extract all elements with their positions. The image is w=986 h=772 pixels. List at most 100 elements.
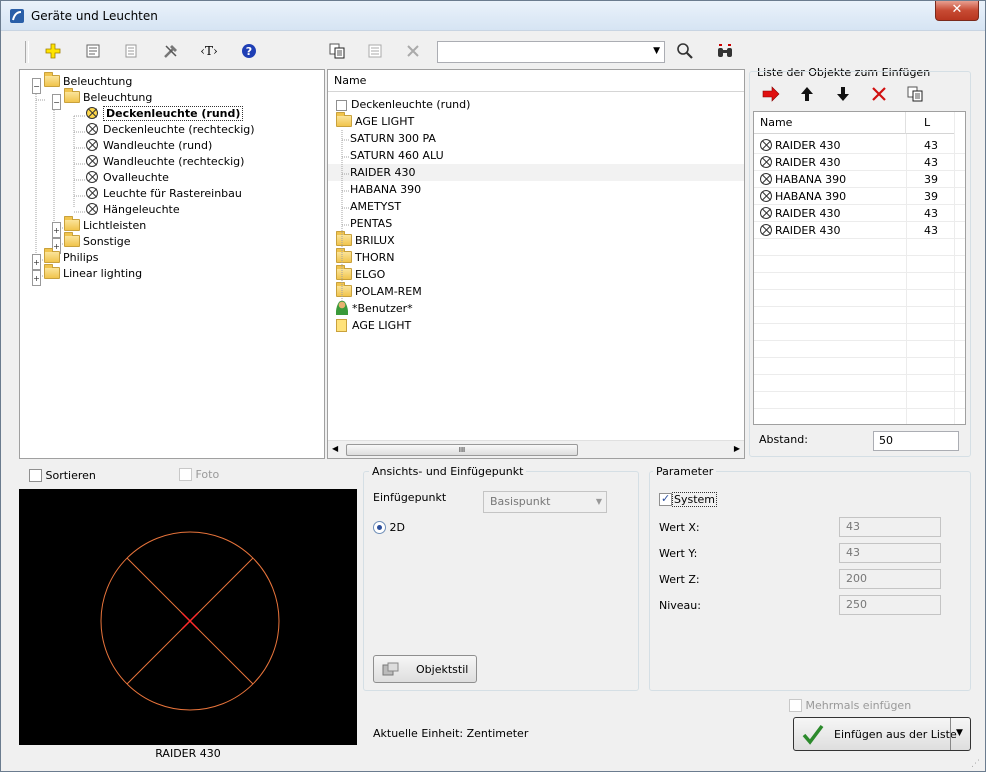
multi-insert-checkbox[interactable]: Mehrmals einfügen <box>789 699 911 712</box>
list-item[interactable]: AGE LIGHT <box>328 317 744 334</box>
properties-icon[interactable] <box>81 39 105 63</box>
insert-list-row[interactable]: HABANA 390 39 <box>754 171 954 188</box>
param-label: Wert X: <box>659 521 700 534</box>
tree-expander-icon[interactable]: + <box>52 222 61 238</box>
insert-point-select[interactable]: Basispunkt ▼ <box>483 491 607 513</box>
list-item[interactable]: BRILUX <box>328 231 744 249</box>
insert-from-list-button[interactable]: Einfügen aus der Liste ▼ <box>793 717 971 751</box>
foto-checkbox[interactable]: Foto <box>179 468 219 481</box>
toolbar-grip[interactable] <box>25 41 29 63</box>
tree-item[interactable]: Wandleuchte (rund) <box>86 138 212 154</box>
insert-row-name: HABANA 390 <box>775 190 847 203</box>
list-item[interactable]: PENTAS <box>328 215 744 232</box>
tree-item[interactable]: Wandleuchte (rechteckig) <box>86 154 244 170</box>
system-checkbox[interactable]: System <box>659 492 718 507</box>
tree-item[interactable]: Leuchte für Rastereinbau <box>86 186 242 202</box>
list-item-label: THORN <box>355 251 395 264</box>
arrow-down-icon[interactable] <box>831 82 855 106</box>
tree-item[interactable]: Lichtleisten <box>64 216 146 234</box>
tree-expander-icon[interactable]: − <box>52 94 61 110</box>
objects-list[interactable]: Name ◀ III ▶ Deckenleuchte (rund) AGE LIG… <box>327 69 745 459</box>
list-icon[interactable] <box>119 39 143 63</box>
column-header-name[interactable]: Name <box>328 70 744 92</box>
add-icon[interactable] <box>41 39 65 63</box>
dropdown-arrow-icon[interactable]: ▼ <box>956 728 963 738</box>
chevron-down-icon[interactable]: ▼ <box>596 492 602 512</box>
scroll-right-icon[interactable]: ▶ <box>734 444 740 453</box>
delete-icon-disabled[interactable] <box>401 39 425 63</box>
list-item[interactable]: SATURN 460 ALU <box>328 147 744 164</box>
tree-item[interactable]: Deckenleuchte (rechteckig) <box>86 122 255 138</box>
tree-item[interactable]: Beleuchtung <box>64 88 153 106</box>
tools-icon[interactable] <box>159 39 183 63</box>
sort-checkbox[interactable]: Sortieren <box>29 469 96 482</box>
tree-item[interactable]: Ovalleuchte <box>86 170 169 186</box>
scroll-left-icon[interactable]: ◀ <box>332 444 338 453</box>
radio-2d[interactable]: 2D <box>373 521 405 534</box>
insert-point-value: Basispunkt <box>490 495 551 508</box>
column-header-l[interactable]: L <box>906 112 954 134</box>
tree-item-label: Beleuchtung <box>83 91 153 104</box>
chevron-down-icon[interactable]: ▼ <box>653 46 660 56</box>
search-icon[interactable] <box>673 39 697 63</box>
edit-icon[interactable] <box>363 39 387 63</box>
binoculars-icon[interactable] <box>713 39 737 63</box>
list-item[interactable]: SATURN 300 PA <box>328 130 744 147</box>
abstand-input[interactable]: 50 <box>873 431 959 451</box>
system-checkbox-box[interactable] <box>659 492 672 506</box>
column-header-name[interactable]: Name <box>754 112 906 134</box>
copy-list-icon[interactable] <box>903 82 927 106</box>
radio-2d-circle[interactable] <box>373 521 386 534</box>
help-icon[interactable]: ? <box>237 39 261 63</box>
list-item[interactable]: Deckenleuchte (rund) <box>328 96 744 113</box>
param-field[interactable]: 200 <box>839 569 941 589</box>
copy-icon[interactable] <box>325 39 349 63</box>
insert-list-row[interactable]: RAIDER 430 43 <box>754 222 954 239</box>
param-field[interactable]: 43 <box>839 517 941 537</box>
list-item[interactable]: ELGO <box>328 265 744 283</box>
tree-item[interactable]: Deckenleuchte (rund) <box>86 106 244 122</box>
resize-grip-icon[interactable]: ⋰ <box>971 759 983 771</box>
tree-expander-icon[interactable]: − <box>32 78 41 94</box>
tree-item[interactable]: Linear lighting <box>44 264 142 282</box>
list-item[interactable]: *Benutzer* <box>328 300 744 317</box>
close-button[interactable]: ✕ <box>935 1 979 21</box>
insert-list-row[interactable]: RAIDER 430 43 <box>754 154 954 171</box>
insert-point-label: Einfügepunkt <box>373 491 447 504</box>
horizontal-scrollbar[interactable]: ◀ III ▶ <box>328 440 744 458</box>
abstand-label: Abstand: <box>759 433 808 446</box>
list-item[interactable]: THORN <box>328 248 744 266</box>
param-field[interactable]: 250 <box>839 595 941 615</box>
tree-item[interactable]: Beleuchtung <box>44 72 132 90</box>
tree-item[interactable]: Sonstige <box>64 232 131 250</box>
list-item[interactable]: HABANA 390 <box>328 181 744 198</box>
category-tree[interactable]: − Beleuchtung − Beleuchtung Deckenleuchte (r… <box>19 69 325 459</box>
list-item[interactable]: AMETYST <box>328 198 744 215</box>
arrow-right-icon[interactable] <box>759 82 783 106</box>
insert-list-table[interactable]: Name L RAIDER 430 43 RAIDER 430 43 HABANA 39… <box>753 111 966 425</box>
remove-icon[interactable] <box>867 82 891 106</box>
insert-list-row[interactable]: RAIDER 430 43 <box>754 137 954 154</box>
tree-expander-icon[interactable]: + <box>32 270 41 286</box>
lamp-icon <box>86 139 98 151</box>
insert-list-row[interactable]: RAIDER 430 43 <box>754 205 954 222</box>
list-item[interactable]: AGE LIGHT <box>328 112 744 130</box>
insert-list-row[interactable]: HABANA 390 39 <box>754 188 954 205</box>
text-tag-icon[interactable]: ‹T› <box>197 39 221 63</box>
list-item[interactable]: POLAM-REM <box>328 282 744 300</box>
window-title: Geräte und Leuchten <box>31 9 158 23</box>
list-item-label: HABANA 390 <box>350 183 422 196</box>
arrow-up-icon[interactable] <box>795 82 819 106</box>
list-item[interactable]: RAIDER 430 <box>328 164 744 181</box>
multi-insert-box[interactable] <box>789 699 802 712</box>
search-combobox[interactable]: ▼ <box>437 41 665 63</box>
tree-expander-icon[interactable]: + <box>32 254 41 270</box>
param-field[interactable]: 43 <box>839 543 941 563</box>
grid-line <box>754 391 965 392</box>
object-style-button[interactable]: Objektstil <box>373 655 477 683</box>
lamp-icon <box>760 207 772 219</box>
foto-checkbox-box[interactable] <box>179 468 192 481</box>
sort-checkbox-box[interactable] <box>29 469 42 482</box>
tree-item[interactable]: Hängeleuchte <box>86 202 180 218</box>
scroll-thumb[interactable]: III <box>346 444 578 456</box>
